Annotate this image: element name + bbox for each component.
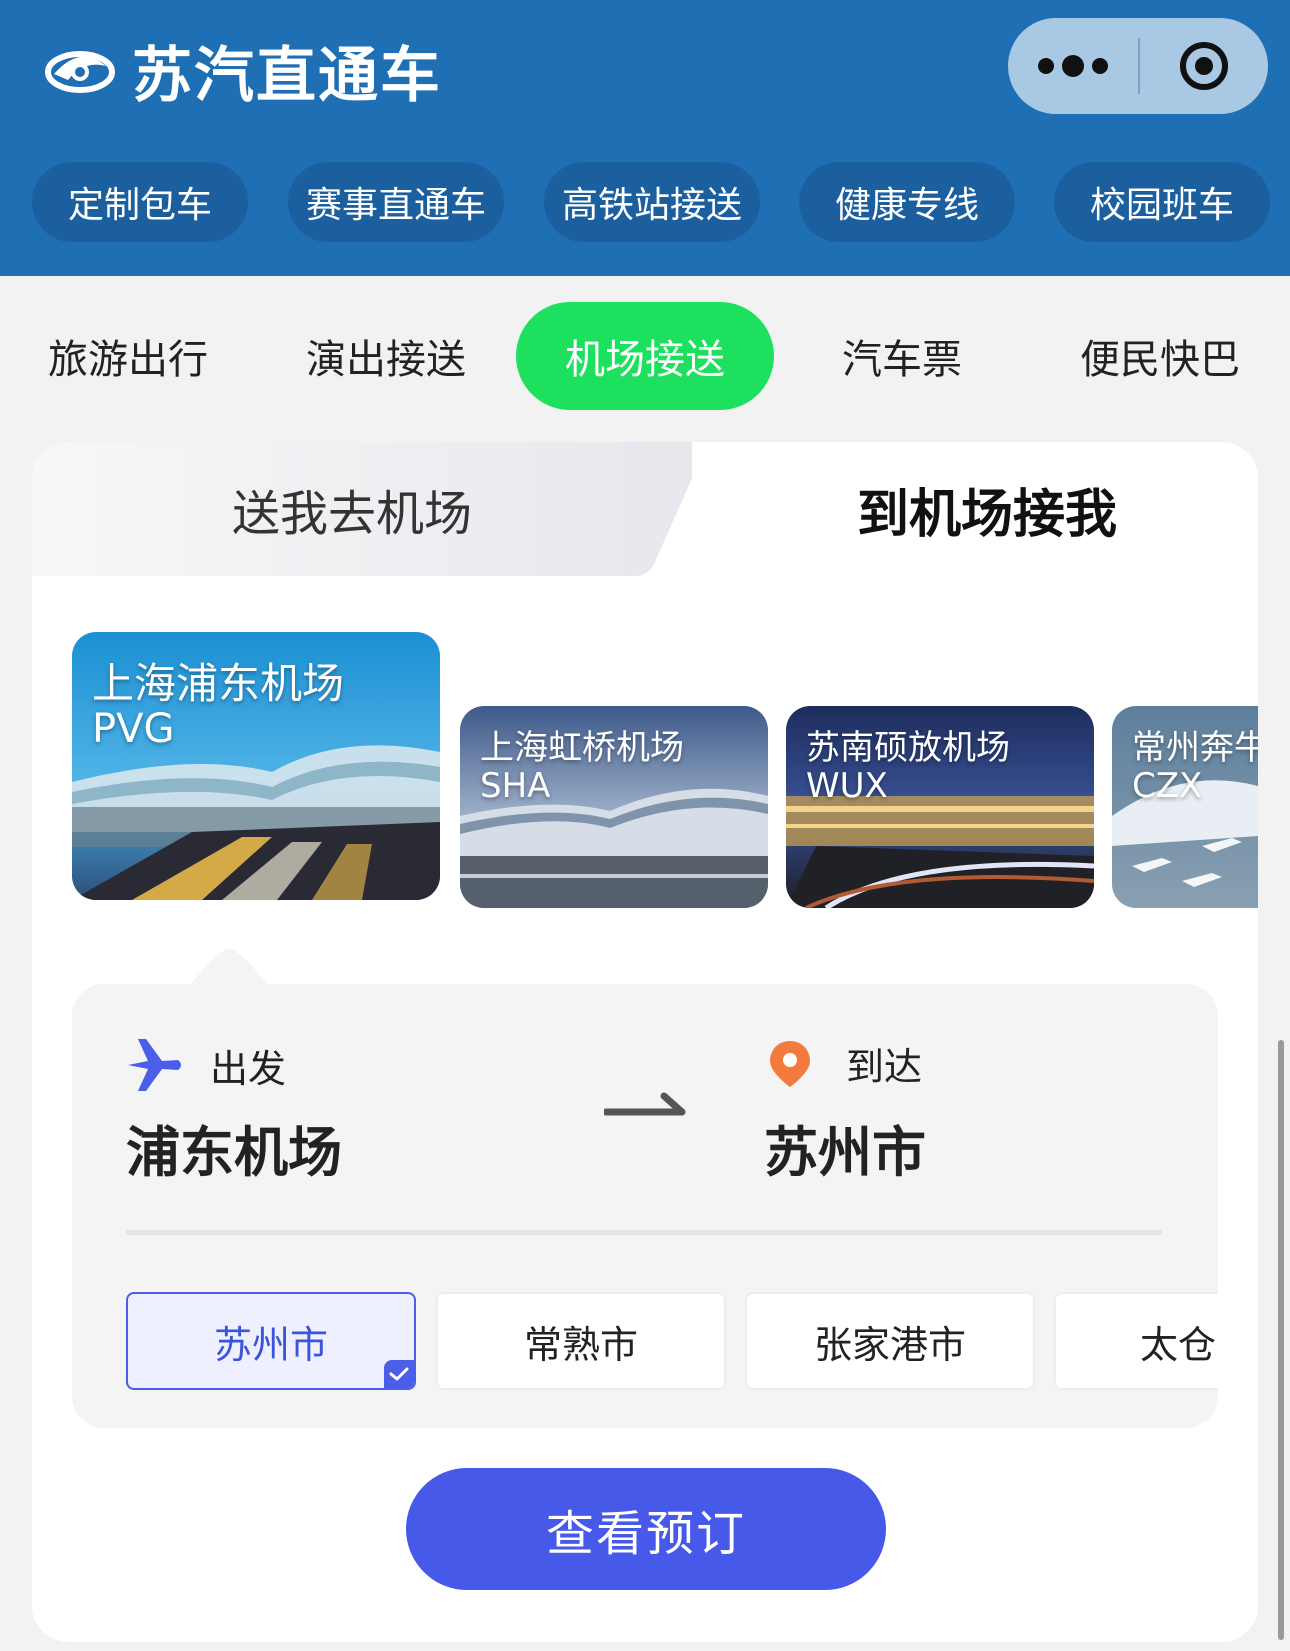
airport-name: 常州奔牛: [1132, 728, 1258, 768]
airport-code: SHA: [480, 766, 551, 806]
more-dots-icon-right: [1092, 58, 1108, 74]
airport-code: CZX: [1132, 766, 1203, 806]
depart-location[interactable]: 浦东机场: [126, 1108, 342, 1187]
check-icon: [384, 1360, 414, 1388]
airport-code: PVG: [92, 706, 175, 752]
service-tab-event[interactable]: 赛事直通车: [288, 162, 504, 242]
city-chip-label: 张家港市: [813, 1322, 966, 1367]
app-header: 苏汽直通车 定制包车 赛事直通车 高铁站接送 健康专线 校园班车: [0, 0, 1290, 276]
segment-drop-off[interactable]: 送我去机场: [32, 442, 672, 576]
route-divider: [126, 1230, 1162, 1235]
depart-header: 出发: [126, 1036, 286, 1094]
app-title: 苏汽直通车: [132, 40, 442, 111]
tab-travel[interactable]: 旅游出行: [28, 302, 228, 410]
brand-logo-icon: [45, 51, 115, 93]
more-dots-icon: [1038, 58, 1054, 74]
service-tab-health[interactable]: 健康专线: [799, 162, 1015, 242]
tab-airport-shuttle[interactable]: 机场接送: [516, 302, 774, 410]
airplane-icon: [128, 1039, 181, 1091]
city-chip-taicang[interactable]: 太仓: [1054, 1292, 1218, 1390]
airport-name: 上海浦东机场: [92, 659, 345, 708]
arrive-header: 到达: [768, 1036, 922, 1091]
service-tab-rail-station[interactable]: 高铁站接送: [544, 162, 760, 242]
city-chip-zhangjiagang[interactable]: 张家港市: [745, 1292, 1035, 1390]
location-pin-icon: [770, 1040, 810, 1087]
city-chip-label: 太仓: [1139, 1322, 1216, 1367]
airport-name: 上海虹桥机场: [480, 728, 684, 768]
brand: 苏汽直通车: [44, 30, 442, 111]
airport-card-wux[interactable]: 苏南硕放机场 WUX: [786, 706, 1094, 908]
arrive-label: 到达: [846, 1045, 923, 1089]
tab-show-shuttle[interactable]: 演出接送: [286, 302, 486, 410]
tab-express-bus[interactable]: 便民快巴: [1060, 302, 1260, 410]
airport-card-czx[interactable]: 常州奔牛 CZX: [1112, 706, 1258, 908]
airport-code: WUX: [806, 766, 888, 806]
route-panel: 出发 浦东机场 到达 苏州市 苏州市 常熟市 张家港市 太仓: [72, 984, 1218, 1428]
service-tab-charter[interactable]: 定制包车: [32, 162, 248, 242]
service-tabs: 定制包车 赛事直通车 高铁站接送 健康专线 校园班车: [32, 162, 1272, 242]
city-chip-label: 常熟市: [523, 1322, 638, 1367]
city-chip-changshu[interactable]: 常熟市: [436, 1292, 726, 1390]
depart-label: 出发: [210, 1046, 287, 1091]
category-tabs: 旅游出行 演出接送 机场接送 汽车票 便民快巴: [0, 302, 1290, 410]
scrollbar[interactable]: [1278, 1040, 1284, 1640]
service-tab-campus[interactable]: 校园班车: [1054, 162, 1270, 242]
miniprogram-capsule: [1008, 18, 1268, 114]
view-booking-button[interactable]: 查看预订: [406, 1468, 886, 1590]
city-chip-suzhou[interactable]: 苏州市: [126, 1292, 416, 1390]
more-menu-button[interactable]: [1008, 18, 1138, 114]
route-arrow-icon: [604, 1092, 686, 1116]
close-miniprogram-button[interactable]: [1140, 18, 1268, 114]
airport-card-sha[interactable]: 上海虹桥机场 SHA: [460, 706, 768, 908]
city-chip-label: 苏州市: [213, 1322, 328, 1367]
target-icon: [1180, 42, 1228, 90]
airport-name: 苏南硕放机场: [806, 728, 1010, 768]
arrive-location[interactable]: 苏州市: [764, 1108, 926, 1187]
segment-pick-up[interactable]: 到机场接我: [732, 442, 1242, 576]
tab-bus-ticket[interactable]: 汽车票: [802, 302, 1002, 410]
airport-card-pvg[interactable]: 上海浦东机场 PVG: [72, 632, 440, 900]
more-dots-icon-center: [1062, 55, 1084, 77]
